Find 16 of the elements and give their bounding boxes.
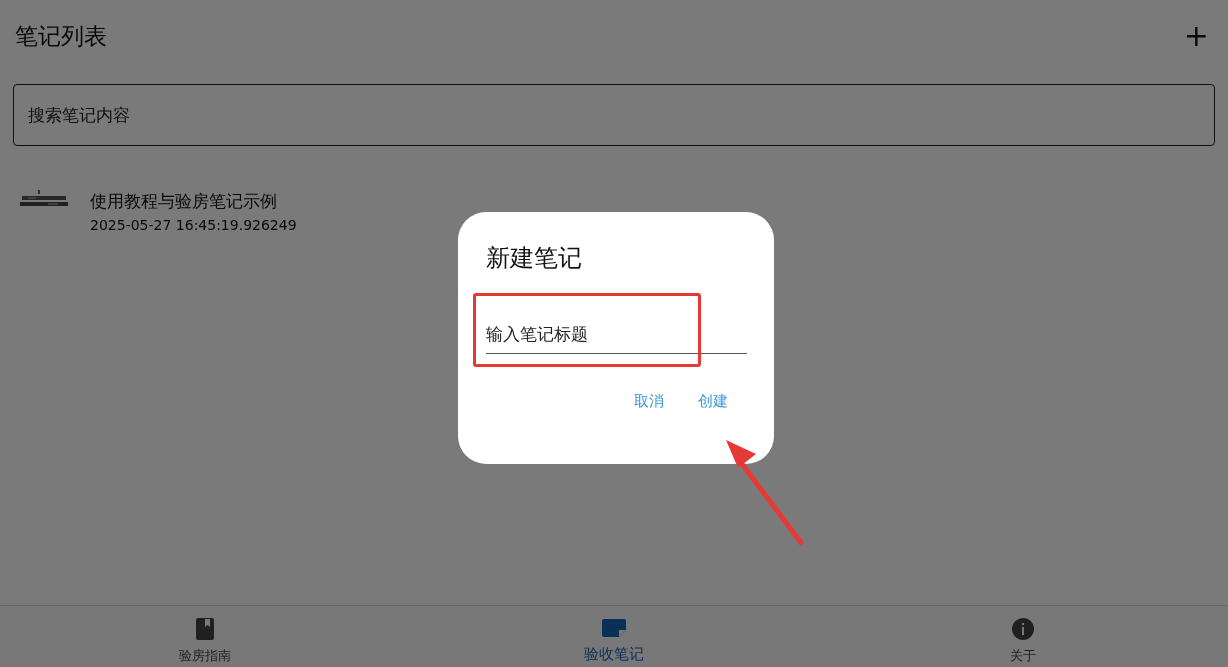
note-title: 使用教程与验房笔记示例 — [90, 190, 278, 213]
dialog-button[interactable]: 创建 — [698, 390, 728, 413]
title-input-field[interactable]: 输入笔记标题 — [486, 314, 747, 354]
add-button[interactable]: + — [1179, 21, 1213, 51]
nav-tab[interactable]: 验收笔记 — [409, 606, 819, 667]
book-icon — [195, 617, 214, 640]
page-title: 笔记列表 — [15, 21, 107, 51]
nav-tab[interactable]: 关于 — [818, 606, 1228, 667]
info-icon — [1012, 617, 1035, 640]
note-date: 2025-05-27 16:45:19.926249 — [90, 216, 297, 235]
nav-tab[interactable]: 验房指南 — [0, 606, 410, 667]
dialog-button[interactable]: 取消 — [634, 390, 664, 413]
search-field[interactable]: 搜索笔记内容 — [13, 84, 1215, 146]
dialog-title: 新建笔记 — [486, 243, 583, 274]
note-icon — [602, 618, 626, 637]
note-item[interactable]: 使用教程与验房笔记示例 2025-05-27 16:45:19.926249 — [0, 176, 1228, 236]
